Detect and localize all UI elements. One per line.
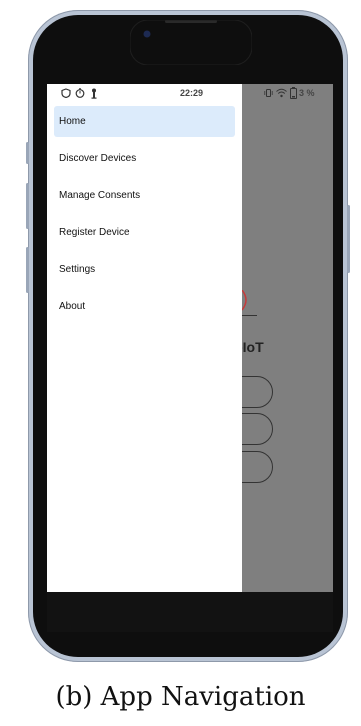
battery-icon [290,87,297,99]
wifi-icon [276,88,287,98]
status-time: 22:29 [180,88,204,98]
drawer-item-label: Settings [59,264,96,275]
status-bar: 22:29 3 % [47,84,333,104]
figure-caption: (b) App Navigation [55,682,306,712]
drawer-item-manage-consents[interactable]: Manage Consents [54,180,235,211]
vibrate-icon [264,89,273,97]
drawer-item-label: About [59,301,86,312]
screen: -IoT 22:29 3 % Home Discover Devices Man… [47,84,333,592]
battery-percent: 3 % [299,88,315,98]
navigation-drawer: Home Discover Devices Manage Consents Re… [47,84,242,592]
silent-switch [26,247,29,293]
drawer-item-register-device[interactable]: Register Device [54,217,235,248]
drawer-item-settings[interactable]: Settings [54,254,235,285]
drawer-item-about[interactable]: About [54,291,235,322]
drawer-item-label: Discover Devices [59,153,137,164]
shield-icon [61,88,71,98]
drawer-item-label: Register Device [59,227,130,238]
key-icon [91,88,97,99]
drawer-menu: Home Discover Devices Manage Consents Re… [47,106,242,328]
drawer-item-label: Home [59,116,86,127]
background-logo [242,290,247,311]
navigation-bar-area [47,592,333,632]
volume-down-button [26,183,29,229]
background-divider [242,315,257,316]
camera-notch [130,20,252,65]
drawer-item-home[interactable]: Home [54,106,235,137]
drawer-item-discover-devices[interactable]: Discover Devices [54,143,235,174]
drawer-scrim[interactable] [242,84,333,592]
drawer-item-label: Manage Consents [59,190,141,201]
timer-icon [75,88,85,98]
power-button [347,205,350,273]
volume-up-button [26,142,29,164]
